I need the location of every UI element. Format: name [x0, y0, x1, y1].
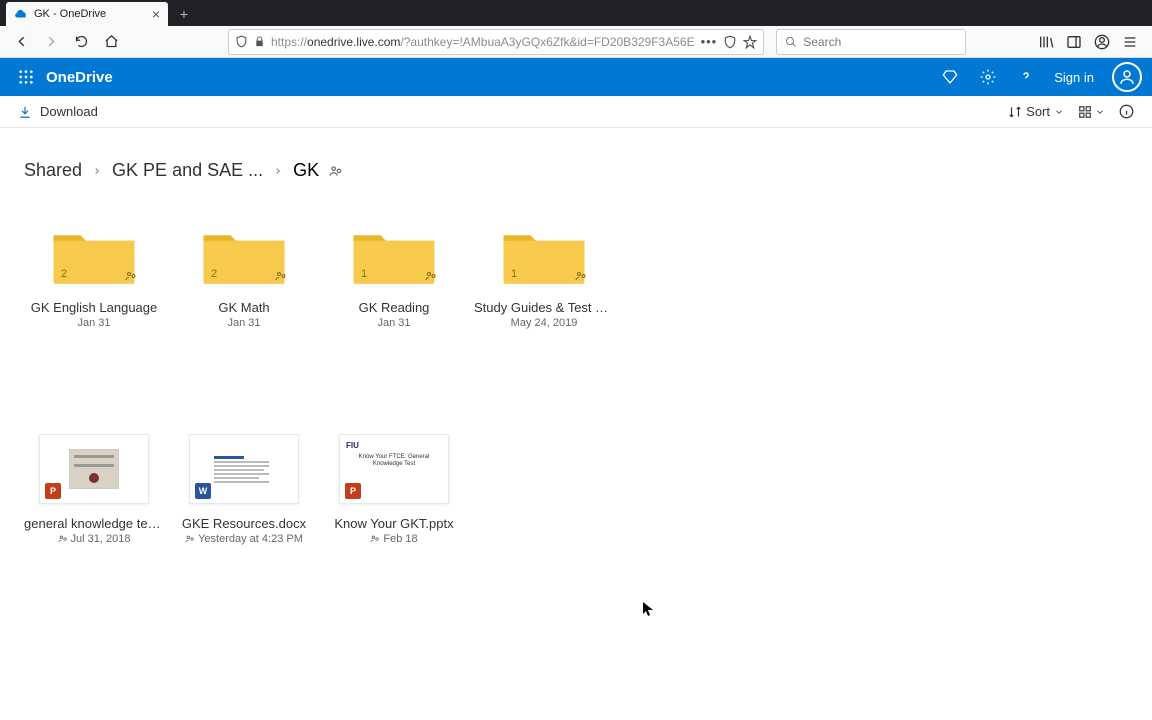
breadcrumb: Shared GK PE and SAE ... GK	[0, 128, 1152, 193]
onedrive-header: OneDrive Sign in	[0, 58, 1152, 96]
info-button[interactable]	[1119, 104, 1134, 119]
onedrive-favicon	[14, 7, 28, 21]
folder-count: 1	[511, 268, 517, 280]
url-bar[interactable]: https://onedrive.live.com/?authkey=!AMbu…	[228, 29, 764, 55]
sort-button[interactable]: Sort	[1008, 104, 1064, 119]
download-label: Download	[40, 104, 98, 119]
app-launcher-icon[interactable]	[10, 61, 42, 93]
file-grid: 2 GK English Language Jan 31 2 GK Math J…	[0, 193, 1152, 565]
item-name: general knowledge test ...	[24, 516, 164, 531]
signin-link[interactable]: Sign in	[1054, 70, 1094, 85]
reader-icon[interactable]	[723, 35, 737, 49]
file-thumbnail: P	[39, 434, 149, 504]
view-button[interactable]	[1078, 105, 1105, 119]
browser-search-bar[interactable]: Search	[776, 29, 966, 55]
download-button[interactable]: Download	[18, 104, 98, 119]
shared-icon	[58, 534, 68, 544]
shared-icon	[575, 270, 587, 282]
folder-item[interactable]: 1 Study Guides & Test Tips May 24, 2019	[474, 213, 614, 329]
chevron-down-icon	[1054, 107, 1064, 117]
command-bar: Download Sort	[0, 96, 1152, 128]
shared-icon	[275, 270, 287, 282]
sort-label: Sort	[1026, 104, 1050, 119]
item-date: Jul 31, 2018	[58, 533, 131, 545]
item-name: Know Your GKT.pptx	[334, 516, 453, 531]
premium-icon[interactable]	[940, 67, 960, 87]
forward-button[interactable]	[38, 29, 64, 55]
shared-icon	[425, 270, 437, 282]
folder-count: 2	[61, 268, 67, 280]
shared-icon	[185, 534, 195, 544]
shield-icon	[235, 35, 248, 48]
browser-tab-strip: GK - OneDrive × +	[0, 0, 1152, 26]
item-date: Yesterday at 4:23 PM	[185, 533, 303, 545]
back-button[interactable]	[8, 29, 34, 55]
close-tab-icon[interactable]: ×	[152, 7, 160, 21]
menu-icon[interactable]	[1122, 34, 1138, 50]
help-icon[interactable]	[1016, 67, 1036, 87]
shared-icon	[125, 270, 137, 282]
item-name: GK Math	[218, 300, 269, 315]
new-tab-button[interactable]: +	[172, 2, 196, 26]
item-date: Jan 31	[377, 317, 410, 329]
word-badge-icon: W	[195, 483, 211, 499]
lock-icon	[254, 36, 265, 47]
file-item[interactable]: P general knowledge test ... Jul 31, 201…	[24, 429, 164, 545]
bookmark-icon[interactable]	[743, 35, 757, 49]
sidebar-icon[interactable]	[1066, 34, 1082, 50]
item-name: GK English Language	[31, 300, 157, 315]
grid-view-icon	[1078, 105, 1092, 119]
folder-item[interactable]: 2 GK Math Jan 31	[174, 213, 314, 329]
item-date: May 24, 2019	[511, 317, 578, 329]
download-icon	[18, 105, 32, 119]
file-item[interactable]: FIU Know Your FTCE: General Knowledge Te…	[324, 429, 464, 545]
chevron-right-icon	[273, 166, 283, 176]
folder-item[interactable]: 1 GK Reading Jan 31	[324, 213, 464, 329]
search-icon	[785, 36, 797, 48]
shared-icon	[329, 164, 343, 178]
item-date: Feb 18	[370, 533, 417, 545]
chevron-down-icon	[1095, 107, 1105, 117]
url-text: https://onedrive.live.com/?authkey=!AMbu…	[271, 35, 695, 49]
browser-toolbar: https://onedrive.live.com/?authkey=!AMbu…	[0, 26, 1152, 58]
library-icon[interactable]	[1038, 34, 1054, 50]
info-icon	[1119, 104, 1134, 119]
item-date: Jan 31	[77, 317, 110, 329]
breadcrumb-folder[interactable]: GK PE and SAE ...	[112, 160, 263, 181]
breadcrumb-current: GK	[293, 160, 319, 181]
search-placeholder: Search	[803, 35, 841, 49]
item-name: Study Guides & Test Tips	[474, 300, 614, 315]
powerpoint-badge-icon: P	[45, 483, 61, 499]
browser-tab[interactable]: GK - OneDrive ×	[6, 2, 168, 26]
avatar[interactable]	[1112, 62, 1142, 92]
breadcrumb-shared[interactable]: Shared	[24, 160, 82, 181]
page-actions-icon[interactable]: •••	[701, 34, 718, 49]
file-item[interactable]: W GKE Resources.docx Yesterday at 4:23 P…	[174, 429, 314, 545]
chevron-right-icon	[92, 166, 102, 176]
item-name: GKE Resources.docx	[182, 516, 306, 531]
folder-count: 2	[211, 268, 217, 280]
account-icon[interactable]	[1094, 34, 1110, 50]
onedrive-logo[interactable]: OneDrive	[46, 69, 113, 86]
file-thumbnail: FIU Know Your FTCE: General Knowledge Te…	[339, 434, 449, 504]
file-thumbnail: W	[189, 434, 299, 504]
folder-count: 1	[361, 268, 367, 280]
item-date: Jan 31	[227, 317, 260, 329]
sort-icon	[1008, 105, 1022, 119]
settings-icon[interactable]	[978, 67, 998, 87]
folder-item[interactable]: 2 GK English Language Jan 31	[24, 213, 164, 329]
item-name: GK Reading	[359, 300, 430, 315]
shared-icon	[370, 534, 380, 544]
mouse-cursor	[643, 602, 653, 616]
reload-button[interactable]	[68, 29, 94, 55]
powerpoint-badge-icon: P	[345, 483, 361, 499]
tab-title: GK - OneDrive	[34, 8, 146, 20]
home-button[interactable]	[98, 29, 124, 55]
